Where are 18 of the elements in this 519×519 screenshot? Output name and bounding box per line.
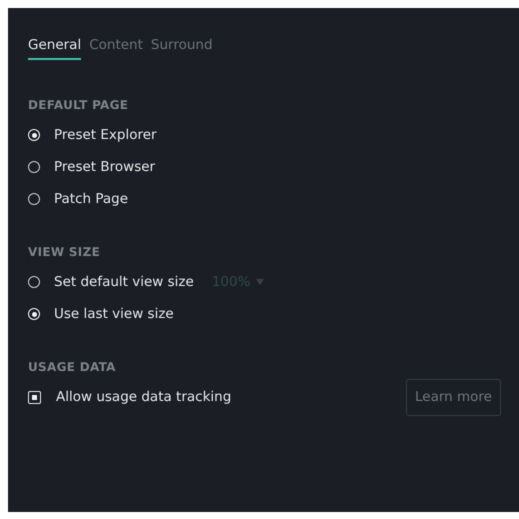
- tab[interactable]: Surround: [150, 36, 213, 60]
- option-label: Set default view size: [54, 274, 194, 290]
- tab[interactable]: Content: [89, 36, 143, 60]
- option-label: Preset Browser: [54, 159, 156, 175]
- radio-button[interactable]: [28, 276, 40, 288]
- checkbox[interactable]: [28, 390, 41, 404]
- tab[interactable]: General: [28, 36, 82, 60]
- caret-icon: [256, 279, 264, 285]
- radio-button[interactable]: [28, 161, 40, 173]
- section-heading: USAGE DATA: [28, 360, 117, 374]
- radio-button[interactable]: [28, 193, 40, 205]
- option-label: Allow usage data tracking: [56, 389, 232, 405]
- learn-more-button[interactable]: Learn more: [406, 378, 501, 416]
- option-label: Patch Page: [54, 191, 128, 207]
- option-label: Preset Explorer: [54, 127, 157, 143]
- section-heading: VIEW SIZE: [28, 245, 102, 259]
- option-label: Use last view size: [54, 306, 174, 322]
- section-heading: DEFAULT PAGE: [28, 98, 130, 112]
